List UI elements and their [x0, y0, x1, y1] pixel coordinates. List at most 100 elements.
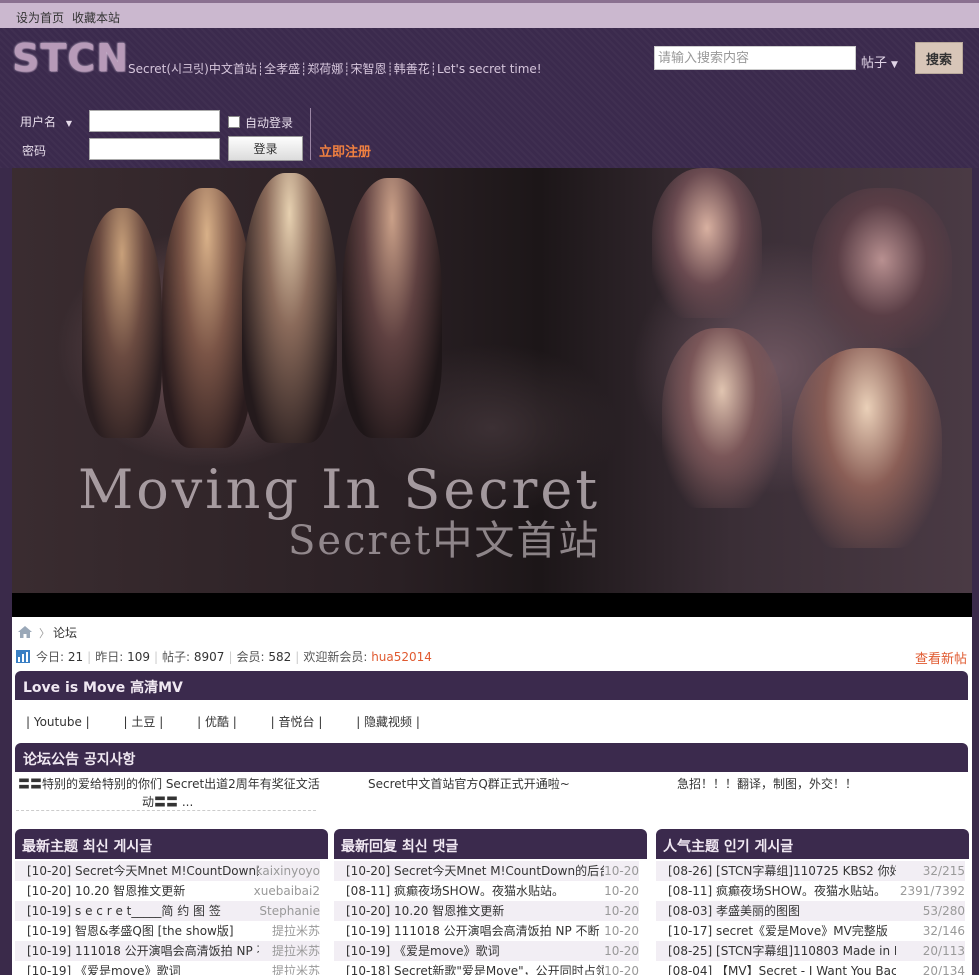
- thread-title[interactable]: [08-11] 疯癫夜场SHOW。夜猫水贴站。: [346, 881, 564, 901]
- banner-figure: [162, 188, 252, 448]
- thread-author[interactable]: 提拉米苏: [272, 961, 320, 975]
- list-item[interactable]: [08-11] 疯癫夜场SHOW。夜猫水贴站。 2391/7392: [656, 881, 965, 901]
- chevron-down-icon: ▼: [65, 119, 72, 128]
- list-item[interactable]: [10-20] Secret今天Mnet M!CountDown的 kaixiny…: [15, 861, 320, 881]
- thread-title[interactable]: [10-19] s e c r e t_____简 约 图 签: [27, 901, 221, 921]
- mv-link[interactable]: | Youtube |: [26, 715, 90, 729]
- members-count: 582: [268, 650, 292, 664]
- thread-replies-views: 53/280: [922, 904, 965, 918]
- breadcrumb-separator-icon: 〉: [39, 627, 50, 640]
- banner-figure: [792, 348, 942, 548]
- notice-item[interactable]: 急招！！！翻译，制图，外交！！: [677, 775, 857, 793]
- reply-date: 10-20: [604, 884, 639, 898]
- list-item[interactable]: [10-19] 智恩&孝盛Q图 [the show版] 提拉米苏: [15, 921, 320, 941]
- thread-title[interactable]: [10-19] 《爱是move》歌词: [27, 961, 181, 975]
- mv-link[interactable]: | 土豆 |: [124, 715, 164, 729]
- thread-title[interactable]: [10-19] 111018 公开演唱会高清饭拍 NP 不断: [346, 921, 600, 941]
- popular-threads-header: 人气主题 인기 게시글: [656, 829, 969, 859]
- notice-item[interactable]: Secret中文首站官方Q群正式开通啦~: [368, 775, 570, 793]
- notice-item[interactable]: 〓〓特别的爱给特别的你们 Secret出道2周年有奖征文活 动〓〓 ...: [18, 775, 328, 811]
- login-button[interactable]: 登录: [228, 136, 303, 161]
- thread-title[interactable]: [08-03] 孝盛美丽的图图: [668, 901, 800, 921]
- mv-link[interactable]: | 隐藏视频 |: [356, 715, 420, 729]
- thread-author[interactable]: kaixinyoyo: [256, 861, 320, 881]
- search-button[interactable]: 搜索: [915, 42, 963, 74]
- list-item[interactable]: [08-26] [STCN字幕组]110725 KBS2 你好 32/215: [656, 861, 965, 881]
- thread-title[interactable]: [08-04] 【MV】Secret - I Want You Back: [668, 961, 896, 975]
- set-homepage-link[interactable]: 设为首页: [16, 9, 64, 26]
- thread-replies-views: 32/146: [922, 924, 965, 938]
- site-header: STCN Secret(시크릿)中文首站┊全孝盛┊郑荷娜┊宋智恩┊韩善花┊Let…: [0, 28, 979, 168]
- thread-title[interactable]: [10-18] Secret新歌"爱是Move"，公开同时占领: [346, 961, 604, 975]
- search-type-dropdown[interactable]: 帖子 ▼: [861, 52, 898, 71]
- banner-image: Moving In Secret Secret中文首站: [12, 168, 972, 617]
- banner-figure: [242, 173, 337, 443]
- thread-title[interactable]: [10-19] 111018 公开演唱会高清饭拍 NP 不: [27, 941, 259, 961]
- list-item[interactable]: [10-19] 《爱是move》歌词 提拉米苏: [15, 961, 320, 975]
- breadcrumb-forum[interactable]: 论坛: [53, 624, 77, 641]
- today-count: 21: [67, 650, 84, 664]
- posts-label: 帖子:: [162, 650, 191, 664]
- list-item[interactable]: [10-20] 10.20 智恩推文更新 xuebaibai2: [15, 881, 320, 901]
- notice-text-continued: 动〓〓 ...: [142, 795, 194, 809]
- list-item[interactable]: [10-20] 10.20 智恩推文更新 10-20: [334, 901, 639, 921]
- list-item[interactable]: [08-11] 疯癫夜场SHOW。夜猫水贴站。 10-20: [334, 881, 639, 901]
- top-bar: 设为首页 收藏本站: [0, 0, 979, 28]
- search-input[interactable]: [654, 46, 856, 70]
- password-field[interactable]: [89, 138, 220, 160]
- thread-title[interactable]: [10-20] Secret今天Mnet M!CountDown的后台: [346, 861, 604, 881]
- list-item[interactable]: [10-19] 《爱是move》歌词 10-20: [334, 941, 639, 961]
- thread-replies-views: 20/134: [922, 964, 965, 975]
- thread-title[interactable]: [08-25] [STCN字幕组]110803 Made in BS: [668, 941, 896, 961]
- thread-title[interactable]: [10-17] secret《爱是Move》MV完整版: [668, 921, 888, 941]
- thread-title[interactable]: [10-19] 《爱是move》歌词: [346, 941, 500, 961]
- thread-title[interactable]: [10-19] 智恩&孝盛Q图 [the show版]: [27, 921, 234, 941]
- thread-author[interactable]: Stephanie: [259, 901, 320, 921]
- thread-title[interactable]: [08-11] 疯癫夜场SHOW。夜猫水贴站。: [668, 881, 886, 901]
- register-link[interactable]: 立即注册: [319, 141, 371, 160]
- mv-links: | Youtube | | 土豆 | | 优酷 | | 音悦台 | | 隐藏视频…: [26, 713, 450, 730]
- new-member-link[interactable]: hua52014: [371, 650, 432, 664]
- notice-list: 〓〓特别的爱给特别的你们 Secret出道2周年有奖征文活 动〓〓 ... Se…: [16, 772, 916, 812]
- right-border: [972, 168, 979, 975]
- list-item[interactable]: [10-20] Secret今天Mnet M!CountDown的后台 10-20: [334, 861, 639, 881]
- list-item[interactable]: [08-04] 【MV】Secret - I Want You Back 20/1…: [656, 961, 965, 975]
- notice-section-header: 论坛公告 공지사항: [15, 743, 968, 772]
- site-logo[interactable]: STCN: [12, 36, 129, 80]
- thread-author[interactable]: 提拉米苏: [272, 921, 320, 941]
- list-item[interactable]: [08-03] 孝盛美丽的图图 53/280: [656, 901, 965, 921]
- list-item[interactable]: [10-19] 111018 公开演唱会高清饭拍 NP 不断 10-20: [334, 921, 639, 941]
- view-new-posts-link[interactable]: 查看新帖: [915, 648, 967, 667]
- thread-author[interactable]: 提拉米苏: [272, 941, 320, 961]
- bookmark-link[interactable]: 收藏本站: [72, 9, 120, 26]
- main-content: 〉 论坛 今日: 21 | 昨日: 109 | 帖子: 8907 | 会员: 582 | 欢迎新…: [12, 617, 972, 975]
- list-item[interactable]: [10-17] secret《爱是Move》MV完整版 32/146: [656, 921, 965, 941]
- banner-subtitle: Secret中文首站: [288, 518, 601, 564]
- auto-login-label: 自动登录: [245, 116, 294, 130]
- thread-title[interactable]: [10-20] 10.20 智恩推文更新: [27, 881, 185, 901]
- thread-author[interactable]: xuebaibai2: [254, 881, 320, 901]
- home-icon[interactable]: [18, 626, 32, 638]
- mv-link[interactable]: | 优酷 |: [197, 715, 237, 729]
- list-item[interactable]: [08-25] [STCN字幕组]110803 Made in BS 20/113: [656, 941, 965, 961]
- auto-login-checkbox[interactable]: [228, 116, 240, 128]
- reply-date: 10-20: [604, 944, 639, 958]
- thread-replies-views: 32/215: [922, 864, 965, 878]
- mv-link[interactable]: | 音悦台 |: [271, 715, 323, 729]
- latest-replies-list: [10-20] Secret今天Mnet M!CountDown的后台 10-20…: [334, 861, 639, 975]
- site-slogan: Secret(시크릿)中文首站┊全孝盛┊郑荷娜┊宋智恩┊韩善花┊Let's se…: [128, 62, 542, 76]
- forum-stats: 今日: 21 | 昨日: 109 | 帖子: 8907 | 会员: 582 | 欢迎新会员: h…: [16, 648, 432, 665]
- search-type-label: 帖子: [861, 56, 888, 71]
- chart-icon: [16, 650, 30, 663]
- list-item[interactable]: [10-18] Secret新歌"爱是Move"，公开同时占领 10-20: [334, 961, 639, 975]
- mv-section-header: Love is Move 高清MV: [15, 671, 968, 700]
- chevron-down-icon: ▼: [891, 60, 898, 70]
- username-field[interactable]: [89, 110, 220, 132]
- posts-count: 8907: [193, 650, 225, 664]
- username-label-dropdown[interactable]: 用户名 ▼: [20, 113, 72, 130]
- thread-title[interactable]: [10-20] Secret今天Mnet M!CountDown的: [27, 861, 259, 881]
- list-item[interactable]: [10-19] 111018 公开演唱会高清饭拍 NP 不提拉米苏: [15, 941, 320, 961]
- thread-title[interactable]: [10-20] 10.20 智恩推文更新: [346, 901, 504, 921]
- list-item[interactable]: [10-19] s e c r e t_____简 约 图 签 Stephanie: [15, 901, 320, 921]
- thread-title[interactable]: [08-26] [STCN字幕组]110725 KBS2 你好: [668, 861, 896, 881]
